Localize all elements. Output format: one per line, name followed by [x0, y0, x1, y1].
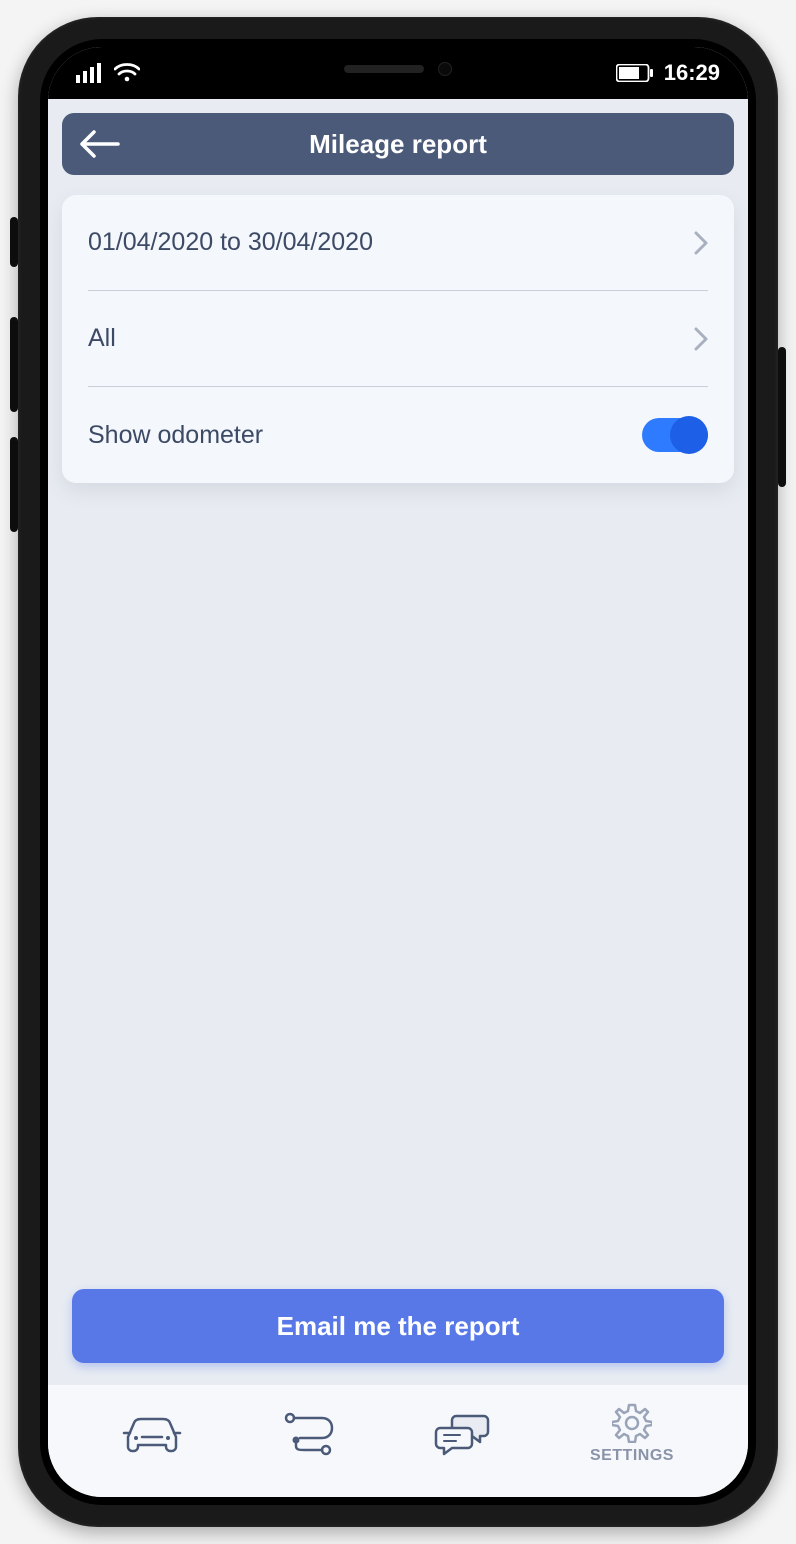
battery-icon	[616, 64, 654, 82]
wifi-icon	[114, 63, 140, 83]
tab-routes[interactable]	[282, 1412, 334, 1456]
tab-settings[interactable]: SETTINGS	[590, 1403, 674, 1465]
route-icon	[282, 1412, 334, 1456]
tab-messages[interactable]	[434, 1412, 490, 1456]
filter-row[interactable]: All	[88, 291, 708, 387]
filter-label: All	[88, 324, 116, 353]
odometer-toggle[interactable]	[642, 418, 708, 452]
gear-icon	[612, 1403, 652, 1443]
options-card: 01/04/2020 to 30/04/2020 All Show odomet…	[62, 195, 734, 483]
arrow-left-icon	[80, 130, 120, 158]
chevron-right-icon	[694, 327, 708, 351]
page-title: Mileage report	[80, 129, 716, 160]
tab-bar: SETTINGS	[48, 1385, 748, 1497]
date-range-row[interactable]: 01/04/2020 to 30/04/2020	[88, 195, 708, 291]
date-range-label: 01/04/2020 to 30/04/2020	[88, 228, 373, 257]
tab-settings-label: SETTINGS	[590, 1447, 674, 1465]
odometer-label: Show odometer	[88, 421, 263, 450]
chat-icon	[434, 1412, 490, 1456]
status-time: 16:29	[664, 60, 720, 86]
app-header: Mileage report	[62, 113, 734, 175]
car-icon	[122, 1413, 182, 1455]
email-report-button[interactable]: Email me the report	[72, 1289, 724, 1363]
tab-vehicle[interactable]	[122, 1413, 182, 1455]
chevron-right-icon	[694, 231, 708, 255]
odometer-row: Show odometer	[88, 387, 708, 483]
back-button[interactable]	[80, 130, 120, 158]
signal-icon	[76, 63, 104, 83]
